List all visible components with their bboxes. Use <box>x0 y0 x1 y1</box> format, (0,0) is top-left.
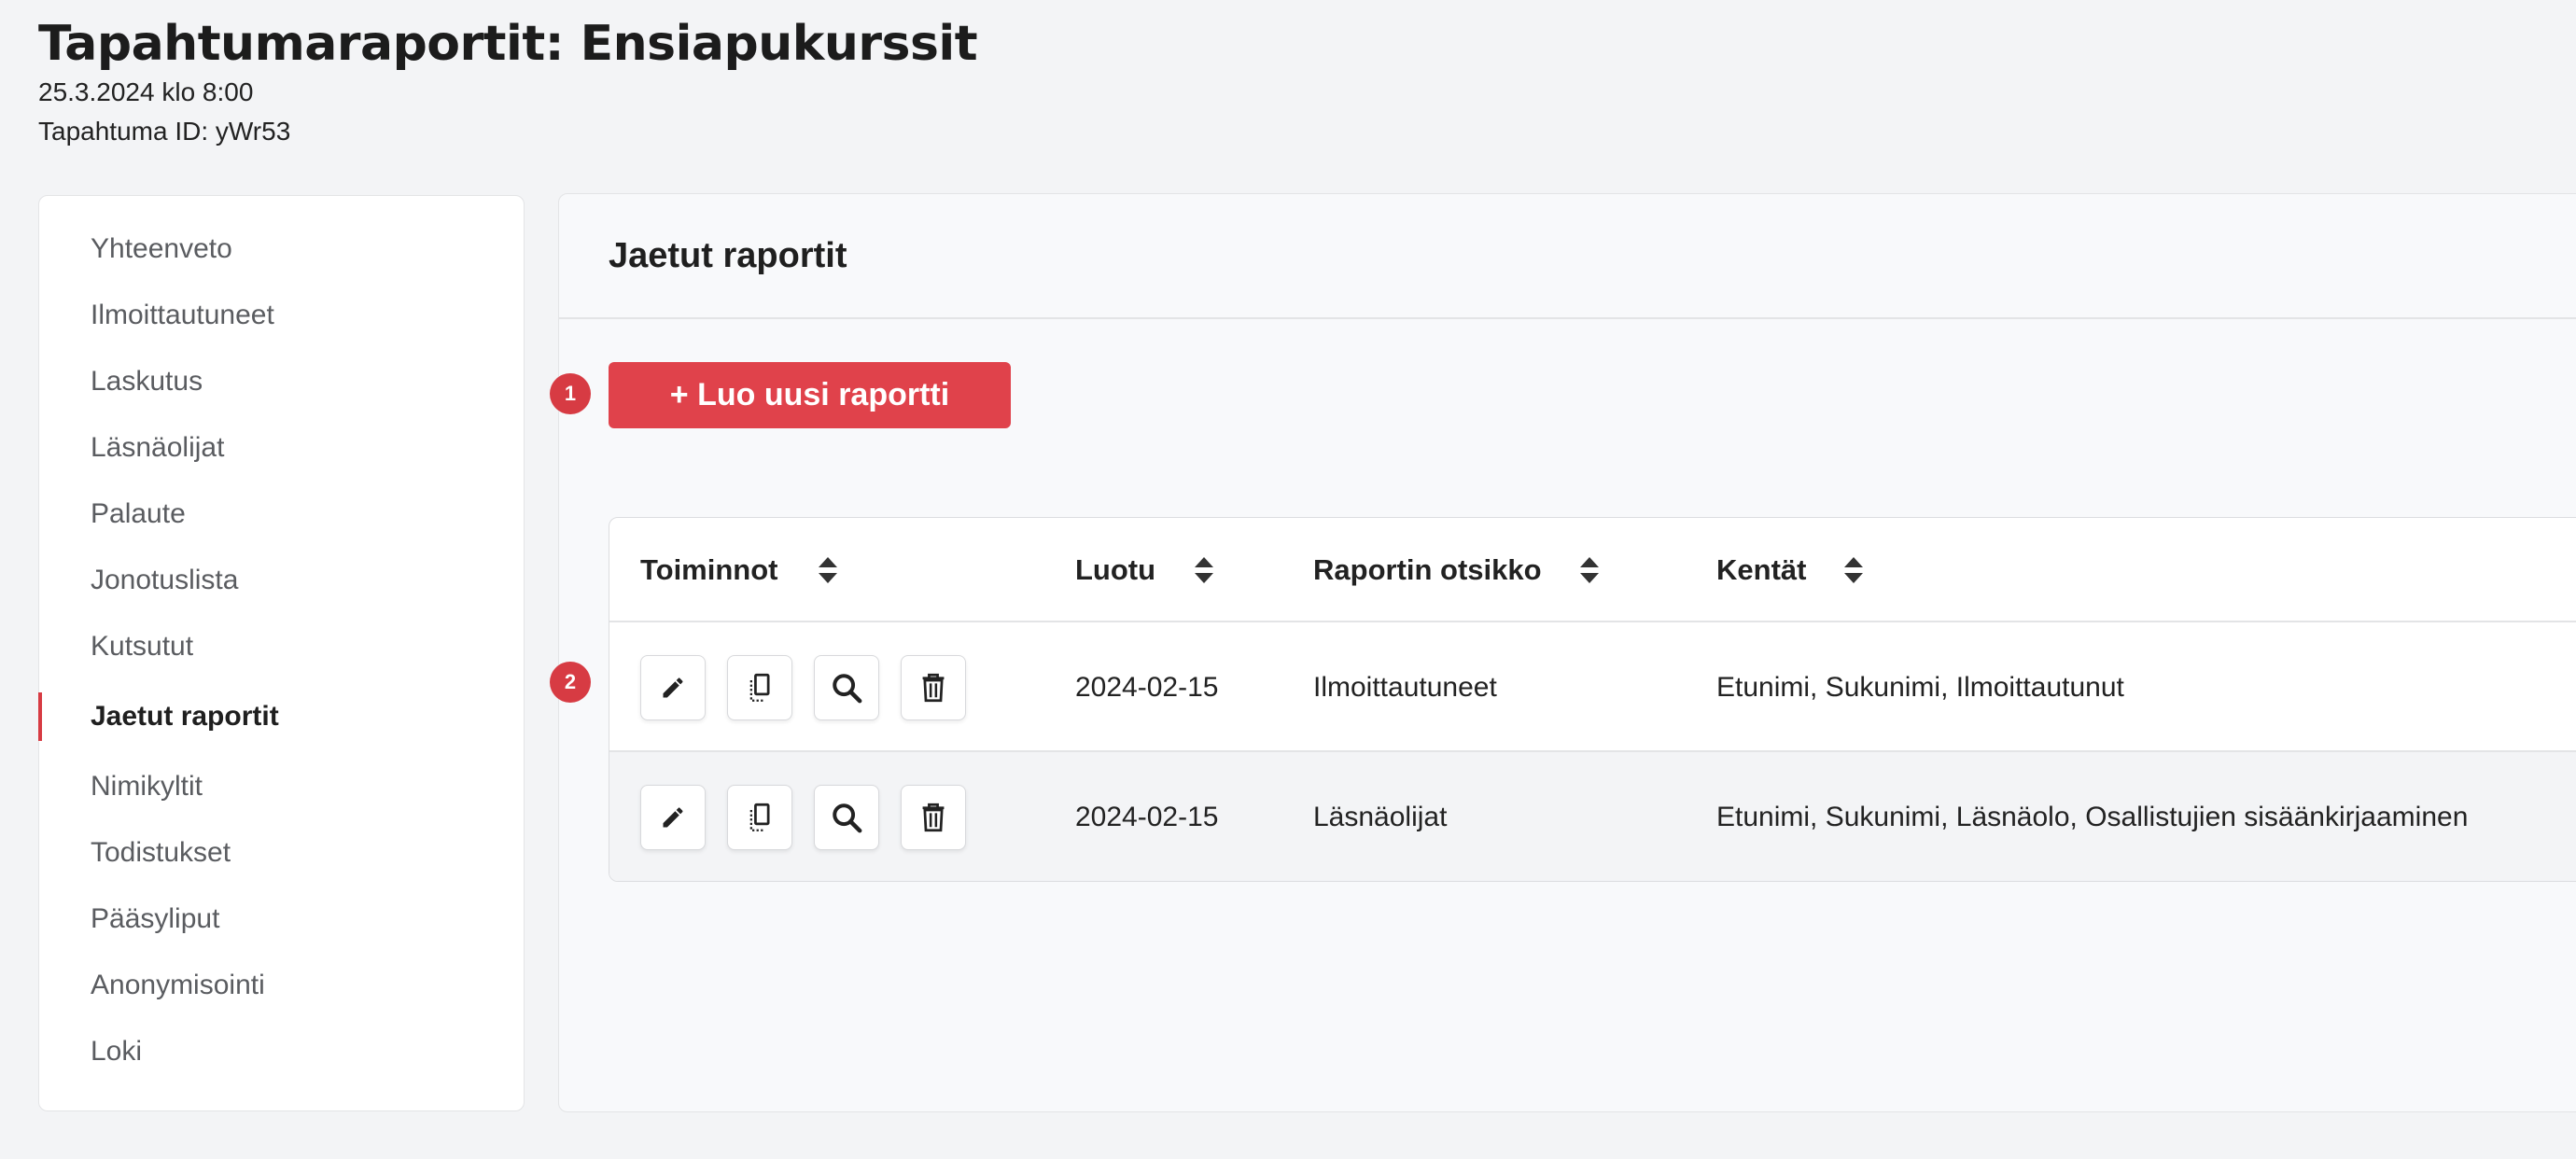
column-header-title[interactable]: Raportin otsikko <box>1313 518 1542 622</box>
trash-icon <box>922 803 945 832</box>
sidebar-item-ilmoittautuneet[interactable]: Ilmoittautuneet <box>39 282 524 348</box>
copy-icon <box>749 673 770 702</box>
view-button[interactable] <box>814 785 879 850</box>
sidebar-item-paasyliput[interactable]: Pääsyliput <box>39 886 524 952</box>
edit-button[interactable] <box>640 655 706 720</box>
column-header-created[interactable]: Luotu <box>1075 518 1155 622</box>
reports-table: Toiminnot Luotu Raportin otsikko Kentät <box>609 517 2576 882</box>
section-title: Jaetut raportit <box>609 235 847 275</box>
step-badge-1: 1 <box>550 373 591 414</box>
sidebar-item-kutsutut[interactable]: Kutsutut <box>39 613 524 679</box>
column-header-fields[interactable]: Kentät <box>1716 518 1806 622</box>
step-badge-2: 2 <box>550 662 591 703</box>
report-title-cell: Ilmoittautuneet <box>1313 672 1497 703</box>
main-panel: Jaetut raportit 1 + Luo uusi raportti 2 … <box>550 193 2576 1112</box>
copy-icon <box>749 803 770 831</box>
sidebar-item-anonymisointi[interactable]: Anonymisointi <box>39 952 524 1018</box>
sort-icon[interactable] <box>1844 557 1863 583</box>
report-title-cell: Läsnäolijat <box>1313 802 1448 832</box>
table-row: 2024-02-15 Läsnäolijat Etunimi, Sukunimi… <box>609 752 2576 881</box>
trash-icon <box>922 673 945 703</box>
main-header: Jaetut raportit <box>559 194 2576 319</box>
sidebar-item-todistukset[interactable]: Todistukset <box>39 819 524 886</box>
new-report-button[interactable]: + Luo uusi raportti <box>609 362 1011 428</box>
sidebar-item-loki[interactable]: Loki <box>39 1018 524 1084</box>
table-row: 2024-02-15 Ilmoittautuneet Etunimi, Suku… <box>609 622 2576 752</box>
created-cell: 2024-02-15 <box>1075 672 1219 703</box>
table-header: Toiminnot Luotu Raportin otsikko Kentät <box>609 518 2576 622</box>
delete-button[interactable] <box>901 655 966 720</box>
event-datetime: 25.3.2024 klo 8:00 <box>38 77 254 106</box>
fields-cell: Etunimi, Sukunimi, Ilmoittautunut <box>1716 672 2124 703</box>
search-icon <box>833 674 862 704</box>
pencil-icon <box>663 677 683 698</box>
column-header-label: Toiminnot <box>640 553 778 586</box>
fields-cell: Etunimi, Sukunimi, Läsnäolo, Osallistuji… <box>1716 802 2469 832</box>
page-title: Tapahtumaraportit: Ensiapukurssit <box>38 16 978 72</box>
column-header-label: Raportin otsikko <box>1313 553 1542 586</box>
search-icon <box>833 803 862 833</box>
sidebar-item-jaetut-raportit[interactable]: Jaetut raportit <box>38 679 524 753</box>
pencil-icon <box>663 807 683 828</box>
sidebar: Yhteenveto Ilmoittautuneet Laskutus Läsn… <box>38 195 525 1111</box>
copy-button[interactable] <box>727 785 792 850</box>
event-id: Tapahtuma ID: yWr53 <box>38 117 291 146</box>
sidebar-item-palaute[interactable]: Palaute <box>39 481 524 547</box>
column-header-actions[interactable]: Toiminnot <box>640 518 778 622</box>
edit-button[interactable] <box>640 785 706 850</box>
view-button[interactable] <box>814 655 879 720</box>
sort-icon[interactable] <box>819 557 837 583</box>
created-cell: 2024-02-15 <box>1075 802 1219 832</box>
sort-icon[interactable] <box>1580 557 1599 583</box>
sidebar-item-jonotuslista[interactable]: Jonotuslista <box>39 547 524 613</box>
sidebar-item-yhteenveto[interactable]: Yhteenveto <box>39 216 524 282</box>
copy-button[interactable] <box>727 655 792 720</box>
sidebar-item-nimikyltit[interactable]: Nimikyltit <box>39 753 524 819</box>
column-header-label: Kentät <box>1716 553 1807 586</box>
sidebar-item-laskutus[interactable]: Laskutus <box>39 348 524 414</box>
column-header-label: Luotu <box>1075 553 1156 586</box>
sidebar-item-lasnaolijat[interactable]: Läsnäolijat <box>39 414 524 481</box>
sort-icon[interactable] <box>1195 557 1213 583</box>
page-header: Tapahtumaraportit: Ensiapukurssit 25.3.2… <box>38 15 978 151</box>
delete-button[interactable] <box>901 785 966 850</box>
